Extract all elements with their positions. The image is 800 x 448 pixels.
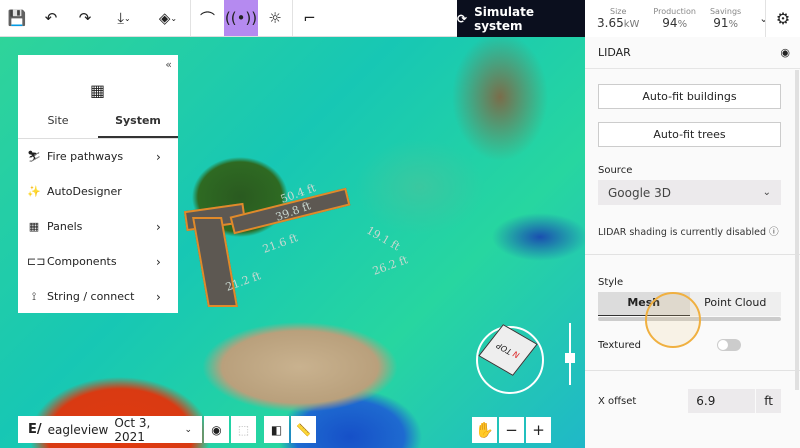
magic-wand-icon: ✨ xyxy=(27,185,41,198)
toolbar: 💾 ↶ ↷ ⤓ ⌄ ◈ ⌄ ⌒ ((•)) ☼ ⌐ xyxy=(0,0,457,37)
chevron-down-icon: ⌄ xyxy=(762,187,771,198)
string-icon: ⟟ xyxy=(31,289,37,303)
scrollbar[interactable] xyxy=(795,70,799,390)
path-icon[interactable]: ⌐ xyxy=(292,0,326,36)
ruler-icon[interactable]: 📏 xyxy=(291,416,316,443)
grid-icon: ▦ xyxy=(90,81,106,100)
chevron-right-icon: › xyxy=(156,219,161,234)
eye-icon[interactable]: ◉ xyxy=(204,416,229,443)
menu-item-components[interactable]: ⊏⊐ Components › xyxy=(18,244,178,279)
menu-item-fire-pathways[interactable]: ⛷ Fire pathways › xyxy=(18,139,178,174)
zoom-in-button[interactable]: + xyxy=(526,417,551,443)
refresh-icon: ⟳ xyxy=(457,11,468,26)
select-area-icon[interactable]: ⬚ xyxy=(231,416,256,443)
gear-icon[interactable]: ⚙ xyxy=(765,0,800,37)
simulate-system-button[interactable]: ⟳ Simulate system xyxy=(457,0,585,37)
redo-icon[interactable]: ↷ xyxy=(68,0,102,36)
chevron-right-icon: › xyxy=(156,149,161,164)
menu-item-string-connect[interactable]: ⟟ String / connect › xyxy=(18,279,178,314)
slider-handle[interactable] xyxy=(565,353,575,363)
collapse-icon[interactable]: « xyxy=(165,58,172,71)
panel-title: LIDAR xyxy=(598,46,631,59)
arc-icon[interactable]: ⌒ xyxy=(190,0,224,36)
lidar-icon[interactable]: ((•)) xyxy=(224,0,258,36)
menu-item-autodesigner[interactable]: ✨ AutoDesigner xyxy=(18,174,178,209)
chevron-right-icon: › xyxy=(156,254,161,269)
fire-pathway-icon: ⛷ xyxy=(27,150,41,163)
tab-system[interactable]: System xyxy=(98,107,178,138)
eye-icon[interactable]: ◉ xyxy=(780,46,790,59)
zoom-out-button[interactable]: − xyxy=(499,417,524,443)
textured-toggle[interactable] xyxy=(717,339,741,351)
stat-production: Production 94% xyxy=(653,7,696,30)
component-icon: ⊏⊐ xyxy=(27,255,46,268)
system-stats[interactable]: Size 3.65kW Production 94% Savings 91% ⌄ xyxy=(585,0,768,37)
sun-icon[interactable]: ☼ xyxy=(258,0,292,36)
roof-face[interactable] xyxy=(192,217,238,307)
style-option-point-cloud[interactable]: Point Cloud xyxy=(690,292,782,316)
tilt-slider[interactable] xyxy=(565,323,575,385)
right-panel: LIDAR ◉ Auto-fit buildings Auto-fit trees… xyxy=(585,37,800,448)
undo-icon[interactable]: ↶ xyxy=(34,0,68,36)
bottom-bar: E/eagleview Oct 3, 2021 ⌄ ◉ ⬚ ◧ 📏 xyxy=(18,416,316,444)
menu-item-panels[interactable]: ▦ Panels › xyxy=(18,209,178,244)
auto-fit-buildings-button[interactable]: Auto-fit buildings xyxy=(598,84,781,109)
click-indicator xyxy=(645,292,701,348)
chevron-down-icon: ⌄ xyxy=(184,424,192,435)
lidar-shading-note: LIDAR shading is currently disabled ⓘ xyxy=(598,227,779,238)
panels-grid-icon: ▦ xyxy=(28,220,40,233)
download-icon[interactable]: ⤓ ⌄ xyxy=(102,0,146,36)
eagleview-logo-icon: E/ xyxy=(28,422,42,437)
layers-icon[interactable]: ◈ ⌄ xyxy=(146,0,190,36)
tab-site[interactable]: Site xyxy=(18,107,98,138)
source-label: Source xyxy=(598,165,633,176)
unit-label: ft xyxy=(756,389,781,413)
auto-fit-trees-button[interactable]: Auto-fit trees xyxy=(598,122,781,147)
chevron-right-icon: › xyxy=(156,289,161,304)
left-panel: « ▦ Site System ⛷ Fire pathways › ✨ AutoDes… xyxy=(18,55,178,313)
stat-savings: Savings 91% xyxy=(709,7,742,30)
style-label: Style xyxy=(598,277,624,288)
imagery-date-select[interactable]: E/eagleview Oct 3, 2021 ⌄ xyxy=(18,416,202,444)
save-icon[interactable]: 💾 xyxy=(0,0,34,36)
pan-hand-icon[interactable]: ✋ xyxy=(472,417,497,443)
shade-icon[interactable]: ◧ xyxy=(264,416,289,443)
map-nav-controls: ✋ − + xyxy=(472,417,551,443)
stat-size: Size 3.65kW xyxy=(597,7,640,30)
source-select[interactable]: Google 3D ⌄ xyxy=(598,180,781,205)
info-icon[interactable]: ⓘ xyxy=(769,227,779,238)
x-offset-input[interactable]: 6.9 xyxy=(688,389,756,413)
